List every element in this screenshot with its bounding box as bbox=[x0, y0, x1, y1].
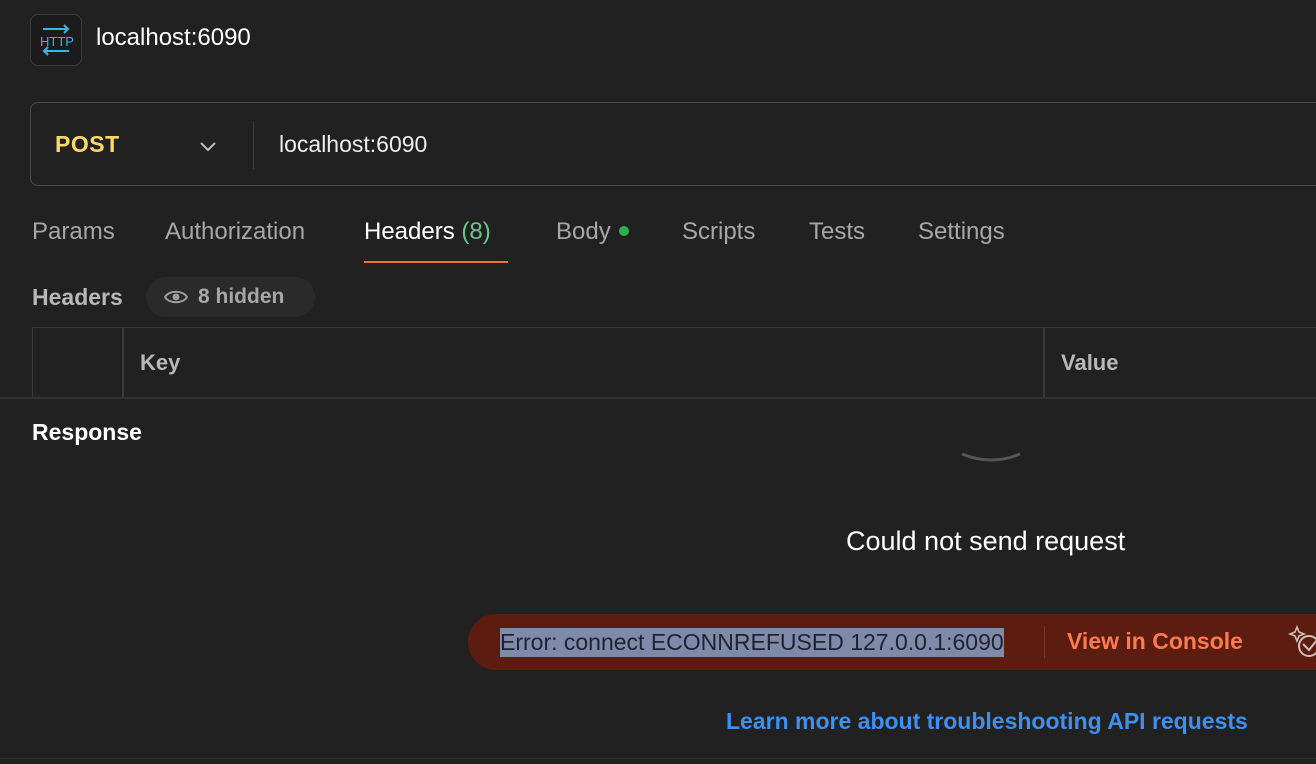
divider bbox=[0, 758, 1316, 759]
method-select[interactable]: POST bbox=[55, 131, 120, 158]
divider bbox=[1044, 626, 1045, 658]
headers-count: (8) bbox=[461, 218, 491, 245]
hidden-count: 8 hidden bbox=[198, 285, 285, 308]
body-indicator-dot bbox=[618, 225, 629, 236]
tab-params[interactable]: Params bbox=[32, 218, 115, 246]
svg-text:HTTP: HTTP bbox=[40, 34, 74, 49]
tab-body[interactable]: Body bbox=[556, 218, 629, 246]
column-header-key: Key bbox=[140, 350, 181, 375]
tab-headers[interactable]: Headers (8) bbox=[364, 218, 491, 246]
troubleshooting-link[interactable]: Learn more about troubleshooting API req… bbox=[726, 708, 1248, 735]
eye-icon bbox=[164, 290, 188, 304]
hidden-headers-toggle[interactable]: 8 hidden bbox=[146, 277, 315, 317]
url-bar: POST localhost:6090 bbox=[30, 102, 1316, 186]
headers-table bbox=[32, 327, 1316, 397]
request-tab-title: localhost:6090 bbox=[96, 24, 251, 51]
column-divider bbox=[1043, 327, 1045, 397]
tab-settings[interactable]: Settings bbox=[918, 218, 1005, 246]
view-in-console-button[interactable]: View in Console bbox=[1067, 628, 1243, 655]
tab-tests[interactable]: Tests bbox=[809, 218, 865, 246]
pane-splitter[interactable] bbox=[0, 397, 1316, 399]
error-title: Could not send request bbox=[846, 526, 1126, 556]
column-divider bbox=[122, 327, 124, 397]
chevron-down-icon[interactable] bbox=[197, 135, 219, 157]
error-banner: Error: connect ECONNREFUSED 127.0.0.1:60… bbox=[468, 614, 1316, 670]
active-tab-indicator bbox=[364, 261, 508, 263]
error-message: Error: connect ECONNREFUSED 127.0.0.1:60… bbox=[500, 628, 1004, 657]
http-request-icon: HTTP bbox=[30, 14, 82, 66]
column-header-value: Value bbox=[1061, 350, 1119, 375]
error-illustration bbox=[961, 452, 1021, 462]
tab-authorization[interactable]: Authorization bbox=[165, 218, 305, 246]
response-title: Response bbox=[32, 419, 142, 445]
ai-sparkle-icon[interactable] bbox=[1287, 624, 1316, 658]
headers-section-label: Headers bbox=[32, 284, 123, 310]
tab-scripts[interactable]: Scripts bbox=[682, 218, 755, 246]
url-input[interactable]: localhost:6090 bbox=[279, 131, 427, 158]
divider bbox=[253, 121, 254, 169]
